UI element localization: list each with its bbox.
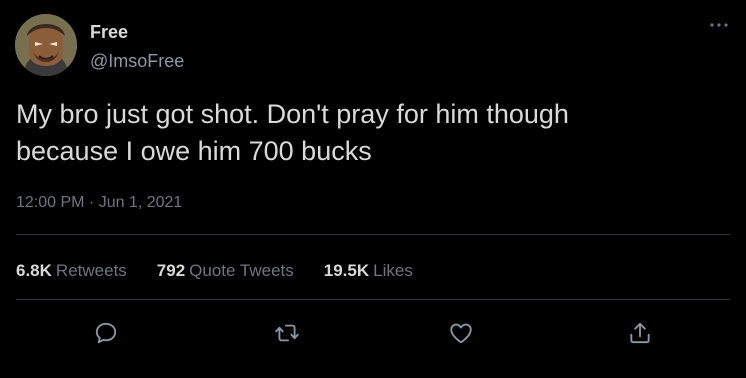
display-name[interactable]: Free [90,22,128,43]
quote-tweets-label: Quote Tweets [189,261,294,280]
quote-tweets-stat[interactable]: 792 Quote Tweets [157,261,294,281]
divider [16,234,730,235]
reply-button[interactable] [91,318,121,348]
user-handle[interactable]: @ImsoFree [90,51,184,72]
share-button[interactable] [625,318,655,348]
likes-count: 19.5K [323,261,370,280]
tweet-stats: 6.8K Retweets 792 Quote Tweets 19.5K Likes [16,261,443,281]
retweets-stat[interactable]: 6.8K Retweets [16,261,127,281]
likes-stat[interactable]: 19.5K Likes [324,261,413,281]
likes-label: Likes [373,261,413,280]
tweet-timestamp[interactable]: 12:00 PM · Jun 1, 2021 [16,194,182,212]
reply-icon [95,322,117,344]
share-icon [630,322,650,344]
retweet-icon [275,324,299,342]
retweets-label: Retweets [55,261,127,280]
heart-icon [450,323,472,344]
divider [16,299,730,300]
like-button[interactable] [446,318,476,348]
avatar[interactable] [15,14,77,76]
retweets-count: 6.8K [16,261,52,280]
retweet-button[interactable] [272,318,302,348]
tweet-text: My bro just got shot. Don't pray for him… [16,99,569,166]
quote-tweets-count: 792 [156,261,186,280]
more-horizontal-icon[interactable] [708,14,730,36]
